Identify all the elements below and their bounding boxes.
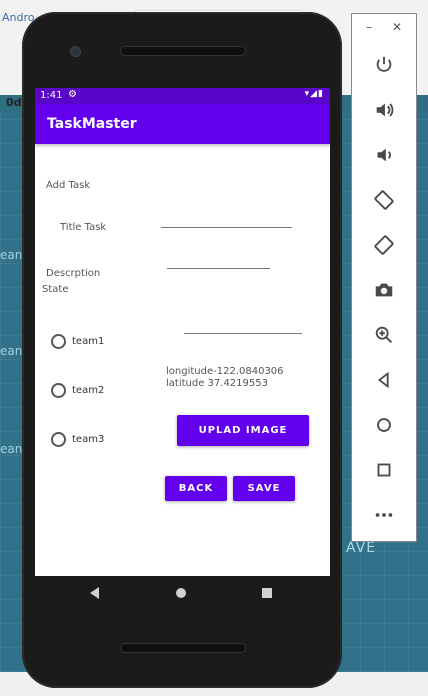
radio-button[interactable] (51, 334, 66, 349)
radio-label: team3 (72, 434, 105, 445)
power-icon[interactable] (371, 52, 397, 78)
camera-lens-icon (70, 46, 81, 57)
location-text: longitude-122.0840306 latitude 37.421955… (166, 366, 284, 389)
volume-down-icon[interactable] (371, 142, 397, 168)
minimize-icon[interactable]: – (366, 20, 372, 34)
ide-tab-text[interactable]: Andro (2, 11, 35, 24)
ide-side-label: ean (0, 344, 23, 358)
more-icon[interactable] (371, 502, 397, 528)
add-task-label: Add Task (46, 180, 91, 191)
phone-frame: 1:41 ⚙ ▾◢▮ TaskMaster Add Task Title Tas… (22, 12, 342, 688)
radio-label: team1 (72, 336, 105, 347)
title-input[interactable] (161, 227, 292, 228)
description-input[interactable] (167, 268, 270, 269)
panel-titlebar: – ✕ (352, 14, 416, 44)
ide-od-label: 0d (6, 96, 22, 109)
status-bar: 1:41 ⚙ ▾◢▮ (35, 88, 330, 104)
ide-save-ghost-text: AVE (346, 540, 377, 556)
gear-icon: ⚙ (68, 89, 77, 100)
radio-button[interactable] (51, 432, 66, 447)
radio-label: team2 (72, 385, 105, 396)
home-icon[interactable] (371, 412, 397, 438)
state-input[interactable] (184, 333, 302, 334)
navigation-bar (35, 576, 330, 612)
ide-side-label: ean (0, 248, 23, 262)
volume-up-icon[interactable] (371, 97, 397, 123)
title-task-label: Title Task (60, 222, 107, 233)
ide-side-label: ean (0, 442, 23, 456)
radio-team1[interactable]: team1 (51, 334, 104, 349)
rotate-left-icon[interactable] (371, 187, 397, 213)
state-label: State (42, 284, 69, 295)
nav-home-icon[interactable] (176, 588, 186, 598)
radio-team3[interactable]: team3 (51, 432, 104, 447)
status-icons: ▾◢▮ (304, 89, 324, 99)
back-button[interactable]: BACK (165, 476, 227, 501)
app-title: TaskMaster (47, 116, 137, 132)
app-bar: TaskMaster (35, 104, 330, 144)
nav-recents-icon[interactable] (262, 588, 272, 598)
camera-icon[interactable] (371, 277, 397, 303)
close-icon[interactable]: ✕ (392, 20, 402, 34)
overview-icon[interactable] (371, 457, 397, 483)
speaker-grille-bottom (120, 643, 246, 653)
description-label: Descrption (46, 268, 101, 279)
zoom-icon[interactable] (371, 322, 397, 348)
status-time: 1:41 (40, 90, 63, 101)
device-screen: 1:41 ⚙ ▾◢▮ TaskMaster Add Task Title Tas… (35, 88, 330, 576)
nav-back-icon[interactable] (90, 587, 99, 599)
speaker-grille (120, 46, 246, 56)
radio-button[interactable] (51, 383, 66, 398)
upload-image-button[interactable]: UPLAD IMAGE (177, 415, 309, 446)
save-button[interactable]: SAVE (233, 476, 295, 501)
rotate-right-icon[interactable] (371, 232, 397, 258)
emulator-toolbar: – ✕ (351, 13, 417, 542)
radio-team2[interactable]: team2 (51, 383, 104, 398)
back-icon[interactable] (371, 367, 397, 393)
